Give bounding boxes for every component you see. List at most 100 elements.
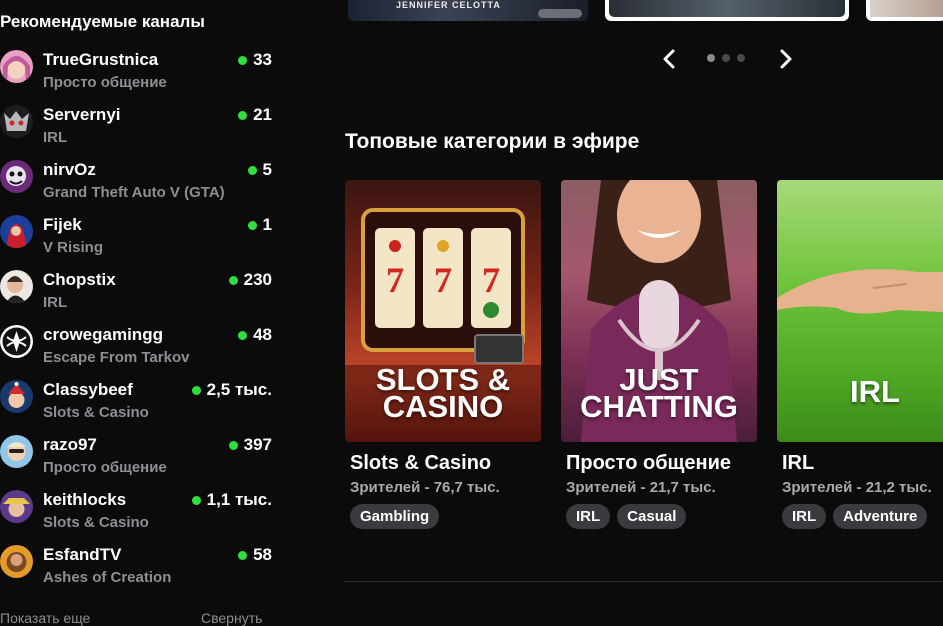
avatar bbox=[0, 160, 33, 193]
avatar bbox=[0, 325, 33, 358]
viewer-count: 48 bbox=[238, 325, 272, 345]
sidebar: Рекомендуемые каналы TrueGrustnica Прост… bbox=[0, 0, 290, 626]
tag-irl[interactable]: IRL bbox=[566, 504, 611, 529]
category-cover[interactable]: JUST CHATTING bbox=[561, 180, 757, 442]
thumbnail-image bbox=[609, 0, 845, 17]
viewer-count: 2,5 тыс. bbox=[191, 380, 272, 400]
collapse-link[interactable]: Свернуть bbox=[201, 610, 262, 626]
channel-name: EsfandTV bbox=[43, 545, 122, 564]
viewer-count-value: 230 bbox=[243, 270, 272, 289]
viewer-count-value: 5 bbox=[262, 160, 272, 179]
cover-line2: CHATTING bbox=[580, 389, 738, 424]
viewer-count-value: 1,1 тыс. bbox=[206, 490, 272, 509]
viewer-count-value: 21 bbox=[253, 105, 272, 124]
category-tags: Gambling bbox=[350, 504, 440, 529]
category-viewers: Зрителей - 21,2 тыс. bbox=[782, 479, 932, 496]
pagination-dot[interactable] bbox=[722, 54, 730, 62]
svg-text:7: 7 bbox=[434, 260, 452, 300]
viewer-count: 33 bbox=[238, 50, 272, 70]
category-name[interactable]: Просто общение bbox=[566, 452, 731, 475]
cover-title: JUST CHATTING bbox=[561, 364, 757, 422]
avatar bbox=[0, 50, 33, 83]
category-card-irl[interactable]: IRL IRL Зрителей - 21,2 тыс. IRL Adventu… bbox=[777, 180, 943, 529]
live-dot-icon bbox=[238, 550, 248, 560]
live-dot-icon bbox=[247, 220, 257, 230]
show-more-link[interactable]: Показать еще bbox=[0, 610, 90, 626]
channel-category: Ashes of Creation bbox=[43, 569, 172, 586]
channel-category: Grand Theft Auto V (GTA) bbox=[43, 184, 225, 201]
channel-name: TrueGrustnica bbox=[43, 50, 159, 69]
channel-name: Fijek bbox=[43, 215, 82, 234]
svg-text:7: 7 bbox=[482, 260, 500, 300]
cover-title: SLOTS & CASINO bbox=[345, 364, 541, 422]
avatar bbox=[0, 380, 33, 413]
channel-name: keithlocks bbox=[43, 490, 127, 509]
viewer-count-value: 2,5 тыс. bbox=[206, 380, 272, 399]
viewer-count: 21 bbox=[238, 105, 272, 125]
section-title: Топовые категории в эфире bbox=[345, 130, 640, 153]
channel-category: V Rising bbox=[43, 239, 104, 256]
sidebar-channel-crowegamingg[interactable]: crowegamingg Escape From Tarkov 48 bbox=[0, 325, 285, 380]
cover-title: IRL bbox=[777, 376, 943, 407]
viewer-count: 1,1 тыс. bbox=[191, 490, 272, 510]
chevron-right-icon[interactable] bbox=[776, 48, 796, 70]
cover-line2: CASINO bbox=[382, 389, 504, 424]
chevron-left-icon[interactable] bbox=[659, 48, 679, 70]
tag-adventure[interactable]: Adventure bbox=[833, 504, 928, 529]
tag-casual[interactable]: Casual bbox=[617, 504, 687, 529]
carousel-pagination bbox=[707, 54, 745, 62]
featured-stream-thumbnail[interactable]: JENNIFER CELOTTA bbox=[348, 0, 588, 21]
category-cover[interactable]: 7 7 7 SLOTS & CASINO bbox=[345, 180, 541, 442]
thumbnail-badge bbox=[538, 9, 582, 18]
pagination-dot[interactable] bbox=[737, 54, 745, 62]
channel-name: razo97 bbox=[43, 435, 97, 454]
viewer-count-value: 397 bbox=[243, 435, 272, 454]
thumbnail-image bbox=[870, 0, 943, 17]
sidebar-channel-truegrustnica[interactable]: TrueGrustnica Просто общение 33 bbox=[0, 50, 285, 105]
live-dot-icon bbox=[191, 495, 201, 505]
sidebar-channel-nirvoz[interactable]: nirvOz Grand Theft Auto V (GTA) 5 bbox=[0, 160, 285, 215]
live-dot-icon bbox=[228, 275, 238, 285]
sidebar-channel-classybeef[interactable]: Classybeef Slots & Casino 2,5 тыс. bbox=[0, 380, 285, 435]
viewer-count-value: 48 bbox=[253, 325, 272, 344]
cover-line1: IRL bbox=[850, 374, 900, 409]
sidebar-channel-esfandtv[interactable]: EsfandTV Ashes of Creation 58 bbox=[0, 545, 285, 600]
featured-stream-thumbnail[interactable] bbox=[605, 0, 849, 21]
sidebar-channel-chopstix[interactable]: Chopstix IRL 230 bbox=[0, 270, 285, 325]
featured-stream-thumbnail[interactable] bbox=[866, 0, 943, 21]
avatar bbox=[0, 545, 33, 578]
live-dot-icon bbox=[238, 55, 248, 65]
category-card-just-chatting[interactable]: JUST CHATTING Просто общение Зрителей - 2… bbox=[561, 180, 757, 529]
viewer-count-value: 1 bbox=[262, 215, 272, 234]
channel-category: IRL bbox=[43, 129, 68, 146]
category-name[interactable]: IRL bbox=[782, 452, 814, 475]
channel-name: Classybeef bbox=[43, 380, 133, 399]
pagination-dot[interactable] bbox=[707, 54, 715, 62]
category-card-slots-casino[interactable]: 7 7 7 SLOTS & CASINO Slots & Casino Зрите… bbox=[345, 180, 541, 529]
viewer-count: 1 bbox=[247, 215, 272, 235]
category-tags: IRL Casual bbox=[566, 504, 687, 529]
sidebar-channel-fijek[interactable]: Fijek V Rising 1 bbox=[0, 215, 285, 270]
section-divider bbox=[345, 581, 943, 582]
avatar bbox=[0, 490, 33, 523]
viewer-count-value: 58 bbox=[253, 545, 272, 564]
avatar bbox=[0, 215, 33, 248]
live-dot-icon bbox=[238, 110, 248, 120]
live-dot-icon bbox=[247, 165, 257, 175]
category-viewers: Зрителей - 21,7 тыс. bbox=[566, 479, 716, 496]
channel-category: IRL bbox=[43, 294, 68, 311]
tag-irl[interactable]: IRL bbox=[782, 504, 827, 529]
sidebar-channel-razo97[interactable]: razo97 Просто общение 397 bbox=[0, 435, 285, 490]
tag-gambling[interactable]: Gambling bbox=[350, 504, 440, 529]
live-dot-icon bbox=[228, 440, 238, 450]
channel-category: Просто общение bbox=[43, 459, 167, 476]
category-name[interactable]: Slots & Casino bbox=[350, 452, 491, 475]
category-cover[interactable]: IRL bbox=[777, 180, 943, 442]
live-dot-icon bbox=[191, 385, 201, 395]
sidebar-channel-servernyi[interactable]: Servernyi IRL 21 bbox=[0, 105, 285, 160]
svg-text:7: 7 bbox=[386, 260, 404, 300]
channel-name: Chopstix bbox=[43, 270, 116, 289]
viewer-count: 230 bbox=[228, 270, 272, 290]
sidebar-channel-keithlocks[interactable]: keithlocks Slots & Casino 1,1 тыс. bbox=[0, 490, 285, 545]
live-dot-icon bbox=[238, 330, 248, 340]
